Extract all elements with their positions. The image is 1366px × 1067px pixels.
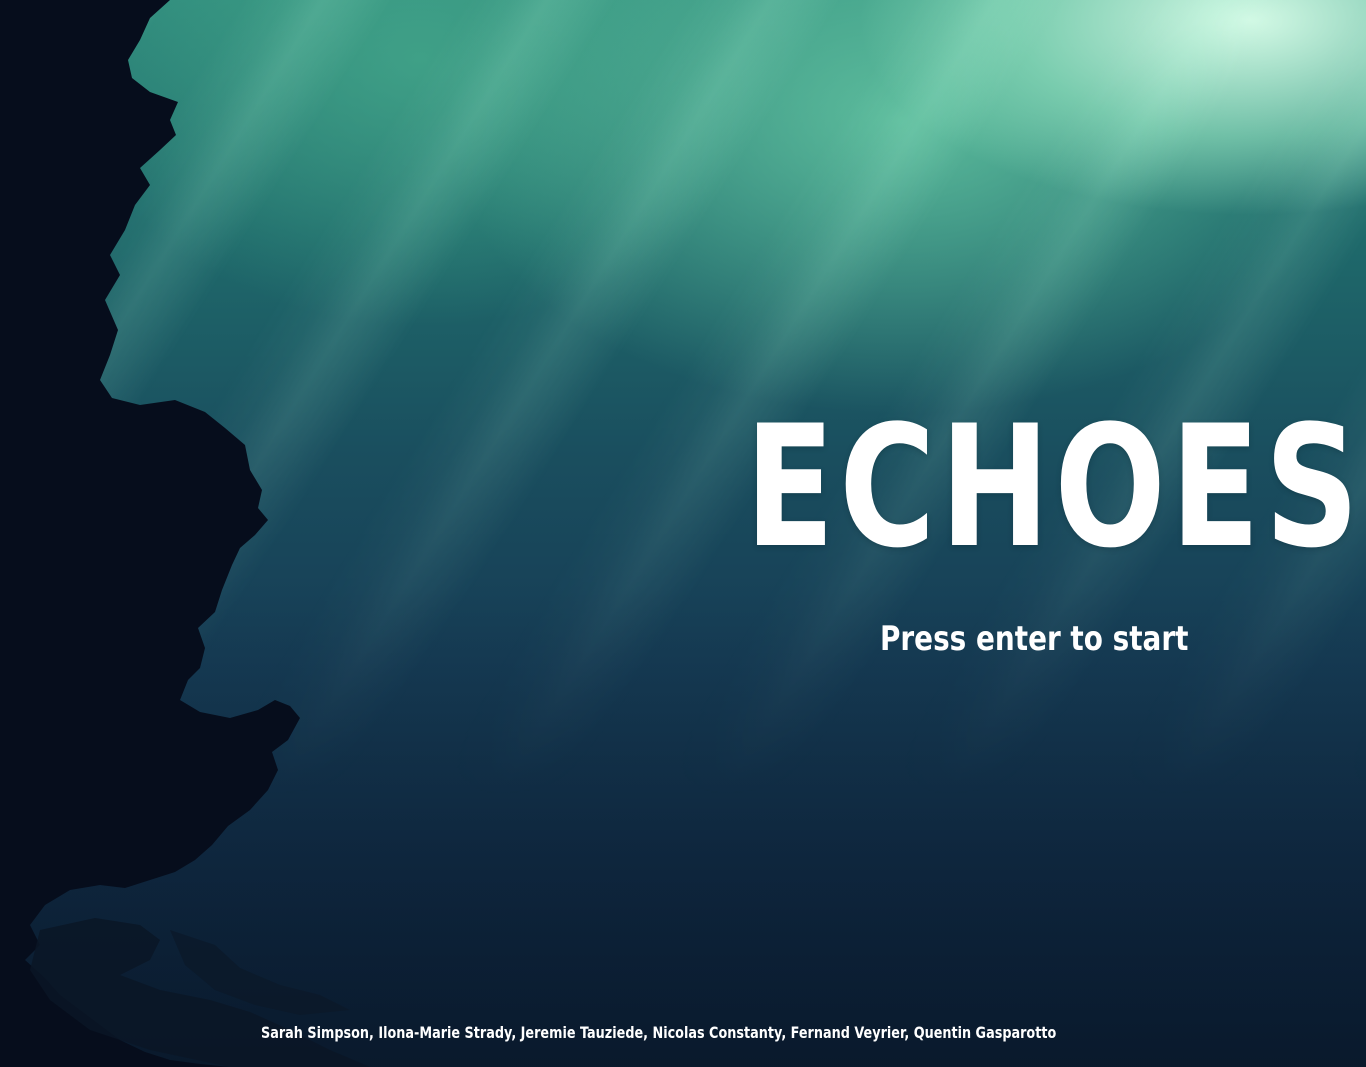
title-screen: ECHOES Press enter to start Sarah Simpso…: [0, 0, 1366, 1067]
game-title: ECHOES: [745, 389, 1364, 585]
press-enter-prompt[interactable]: Press enter to start: [880, 616, 1188, 662]
silhouette-shape: [0, 0, 300, 1067]
face-silhouette: [0, 0, 370, 1067]
credits-line: Sarah Simpson, Ilona-Marie Strady, Jerem…: [261, 1023, 1057, 1042]
